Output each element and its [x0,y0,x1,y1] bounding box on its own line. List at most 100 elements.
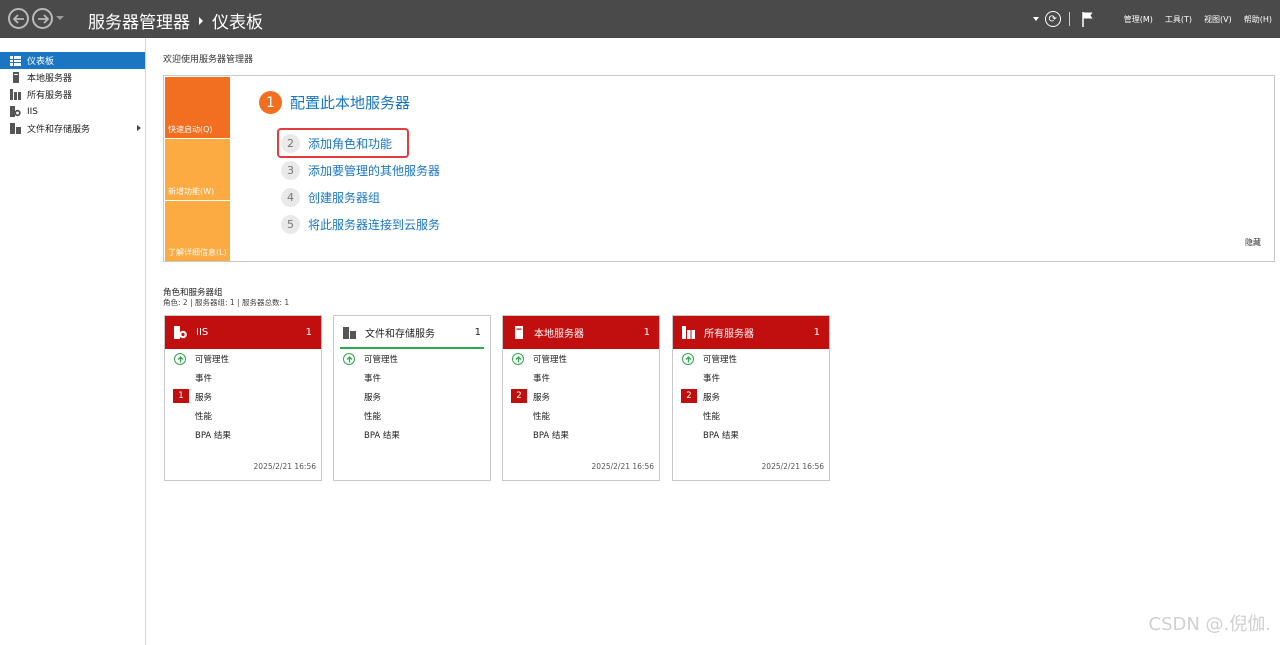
card-count: 1 [813,327,820,338]
alert-badge: 2 [511,389,527,403]
highlight-annotation [277,128,409,158]
arrow-right-icon [37,13,49,24]
sidebar-item-iis[interactable]: IIS [0,103,145,120]
sidebar-item-local-server[interactable]: 本地服务器 [0,69,145,86]
card-header[interactable]: 本地服务器 1 [503,316,659,349]
sidebar-item-label: 仪表板 [27,57,55,67]
storage-icon [10,123,21,134]
row-bpa[interactable]: BPA 结果 [533,429,569,441]
watermark: CSDN @.倪伽. [1148,614,1271,635]
history-dropdown-icon[interactable] [56,16,64,20]
check-up-icon [682,353,694,365]
row-services[interactable]: 服务 [195,391,212,403]
step-link[interactable]: 创建服务器组 [308,189,380,206]
dashboard-icon [10,55,21,66]
servers-icon [682,326,695,339]
step-configure-local-server[interactable]: 1 配置此本地服务器 [259,91,410,114]
tile-whats-new[interactable]: 新增功能(W) [165,139,230,200]
server-icon [10,72,21,83]
row-events[interactable]: 事件 [703,372,720,384]
alert-badge: 1 [173,389,189,403]
tile-learn-more[interactable]: 了解详细信息(L) [165,201,230,261]
chevron-down-icon[interactable] [1032,17,1039,21]
roles-summary: 角色: 2 | 服务器组: 1 | 服务器总数: 1 [163,298,290,307]
card-header[interactable]: 所有服务器 1 [673,316,829,349]
iis-icon [174,326,187,339]
menu-tools[interactable]: 工具(T) [1165,14,1192,25]
menu-manage[interactable]: 管理(M) [1124,14,1153,25]
row-performance[interactable]: 性能 [364,410,381,422]
tile-label: 快速启动(Q) [168,125,213,134]
menu-help[interactable]: 帮助(H) [1244,14,1272,25]
card-timestamp: 2025/2/21 16:56 [761,462,824,471]
sidebar-item-file-storage[interactable]: 文件和存储服务 [0,120,145,137]
row-manageability[interactable]: 可管理性 [533,353,567,365]
tile-label: 了解详细信息(L) [168,248,227,257]
hide-link[interactable]: 隐藏 [1245,237,1261,248]
tile-quick-start[interactable]: 快速启动(Q) [165,77,230,138]
row-manageability[interactable]: 可管理性 [364,353,398,365]
chevron-right-icon[interactable] [137,125,141,131]
arrow-left-icon [12,13,24,24]
step-number: 3 [281,161,300,180]
forward-button[interactable] [32,8,53,29]
row-bpa[interactable]: BPA 结果 [364,429,400,441]
card-timestamp: 2025/2/21 16:56 [253,462,316,471]
row-events[interactable]: 事件 [364,372,381,384]
card-count: 1 [643,327,650,338]
divider [1068,12,1070,26]
row-events[interactable]: 事件 [195,372,212,384]
page-title: 仪表板 [212,13,263,33]
row-performance[interactable]: 性能 [703,410,720,422]
card-timestamp: 2025/2/21 16:56 [591,462,654,471]
step-create-group[interactable]: 4 创建服务器组 [281,188,380,207]
check-up-icon [174,353,186,365]
step-link[interactable]: 配置此本地服务器 [290,92,410,113]
check-up-icon [343,353,355,365]
storage-icon [343,326,356,339]
step-add-servers[interactable]: 3 添加要管理的其他服务器 [281,161,440,180]
step-link[interactable]: 添加要管理的其他服务器 [308,162,440,179]
refresh-icon[interactable]: ⟳ [1044,11,1061,27]
row-bpa[interactable]: BPA 结果 [195,429,231,441]
title-bar-actions: ⟳ 管理(M) 工具(T) 视图(V) 帮助(H) [1032,0,1272,38]
back-button[interactable] [8,8,29,29]
servers-icon [10,89,21,100]
breadcrumb-separator-icon [199,16,203,25]
sidebar-item-label: IIS [27,106,39,117]
notifications-flag-icon[interactable] [1081,11,1094,27]
sidebar-item-label: 本地服务器 [27,74,73,84]
card-title: IIS [196,327,209,338]
row-services[interactable]: 服务 [533,391,550,403]
row-manageability[interactable]: 可管理性 [195,353,229,365]
role-card-iis[interactable]: IIS 1 可管理性 事件 1 服务 性能 BPA 结果 2025/2/21 1… [164,315,322,481]
row-events[interactable]: 事件 [533,372,550,384]
card-header[interactable]: IIS 1 [165,316,321,349]
title-bar: 服务器管理器 仪表板 ⟳ 管理(M) 工具(T) 视图(V) 帮助(H) [0,0,1280,38]
sidebar: 仪表板 本地服务器 所有服务器 IIS 文件和存储服务 [0,38,146,645]
card-header[interactable]: 文件和存储服务 1 [334,316,490,349]
row-manageability[interactable]: 可管理性 [703,353,737,365]
row-services[interactable]: 服务 [703,391,720,403]
row-performance[interactable]: 性能 [533,410,550,422]
card-title: 所有服务器 [704,329,754,340]
row-services[interactable]: 服务 [364,391,381,403]
sidebar-item-dashboard[interactable]: 仪表板 [0,52,145,69]
row-bpa[interactable]: BPA 结果 [703,429,739,441]
step-number: 4 [281,188,300,207]
card-title: 文件和存储服务 [365,329,435,340]
step-link[interactable]: 将此服务器连接到云服务 [308,216,440,233]
row-performance[interactable]: 性能 [195,410,212,422]
sidebar-item-label: 文件和存储服务 [27,125,91,135]
welcome-panel: 快速启动(Q) 新增功能(W) 了解详细信息(L) 1 配置此本地服务器 2 添… [163,75,1275,262]
step-number: 5 [281,215,300,234]
step-number: 1 [259,91,282,114]
menu-view[interactable]: 视图(V) [1204,14,1232,25]
role-card-file-storage[interactable]: 文件和存储服务 1 可管理性 事件 服务 性能 BPA 结果 [333,315,491,481]
sidebar-item-label: 所有服务器 [27,91,73,101]
step-connect-cloud[interactable]: 5 将此服务器连接到云服务 [281,215,440,234]
role-card-all-servers[interactable]: 所有服务器 1 可管理性 事件 2 服务 性能 BPA 结果 2025/2/21… [672,315,830,481]
iis-icon [10,106,21,117]
sidebar-item-all-servers[interactable]: 所有服务器 [0,86,145,103]
role-card-local-server[interactable]: 本地服务器 1 可管理性 事件 2 服务 性能 BPA 结果 2025/2/21… [502,315,660,481]
